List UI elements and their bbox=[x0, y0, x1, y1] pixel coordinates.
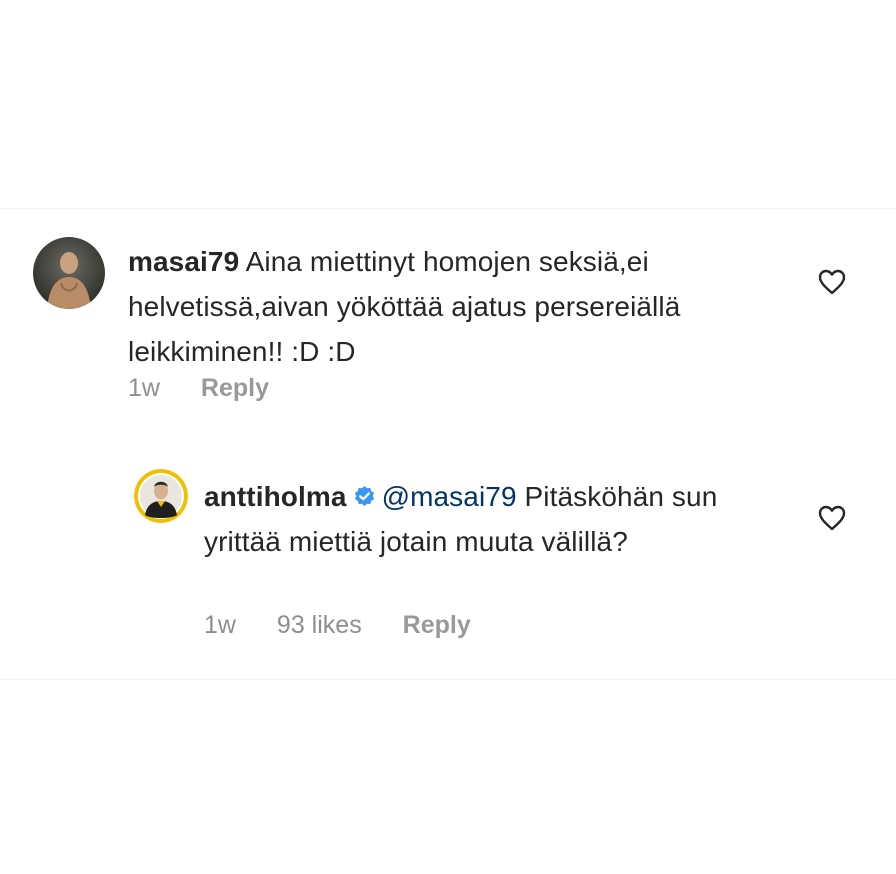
username-anttiholma[interactable]: anttiholma bbox=[204, 481, 347, 512]
comments-panel: masai79 Aina miettinyt homojen seksiä,ei… bbox=[0, 208, 896, 680]
avatar-masai79[interactable] bbox=[33, 237, 105, 309]
reply-button-anttiholma[interactable]: Reply bbox=[403, 611, 471, 639]
username-masai79[interactable]: masai79 bbox=[128, 246, 239, 277]
comment-text-masai79: masai79 Aina miettinyt homojen seksiä,ei… bbox=[128, 239, 778, 374]
comment-time-masai79: 1w bbox=[128, 374, 160, 402]
comment-text-anttiholma: anttiholma @masai79 Pitäsköhän sun yritt… bbox=[204, 474, 764, 564]
comment-meta-anttiholma: 1w 93 likes Reply bbox=[204, 611, 505, 640]
reply-button-masai79[interactable]: Reply bbox=[201, 374, 269, 402]
verified-badge-icon bbox=[354, 485, 374, 507]
mention-masai79[interactable]: @masai79 bbox=[382, 481, 517, 512]
comment-time-anttiholma: 1w bbox=[204, 611, 236, 639]
heart-outline-icon[interactable] bbox=[818, 505, 846, 531]
avatar-anttiholma[interactable] bbox=[134, 469, 188, 523]
heart-outline-icon[interactable] bbox=[818, 269, 846, 295]
comment-meta-masai79: 1w Reply bbox=[128, 374, 303, 403]
likes-count-anttiholma[interactable]: 93 likes bbox=[277, 611, 362, 639]
